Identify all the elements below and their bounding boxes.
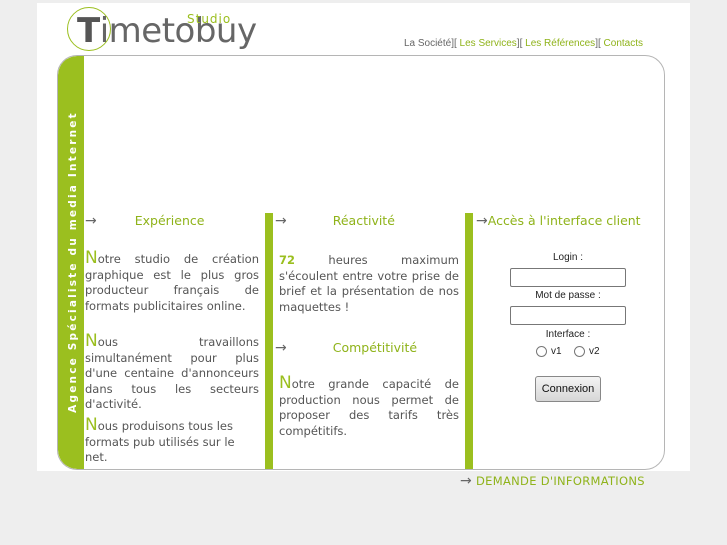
demande-informations-link[interactable]: → DEMANDE D'INFORMATIONS: [460, 473, 645, 489]
content-frame: Agence Spécialiste du media Internet → E…: [57, 55, 665, 470]
login-label: Login :: [552, 252, 584, 263]
demande-informations-label: DEMANDE D'INFORMATIONS: [476, 474, 645, 488]
logo-brand-rest: imetobuy: [99, 11, 257, 51]
radio-icon[interactable]: [574, 346, 585, 357]
client-access-title: Accès à l'interface client: [487, 213, 641, 228]
option-label: v1: [551, 346, 562, 358]
arrow-right-icon: →: [476, 213, 488, 229]
password-label: Mot de passe :: [535, 290, 601, 301]
interface-option-v1[interactable]: v1: [536, 346, 562, 357]
arrow-right-icon: →: [460, 473, 473, 489]
nav-les-references[interactable]: Les Références: [525, 38, 595, 49]
nav-les-services[interactable]: Les Services: [460, 38, 517, 49]
drop-cap: N: [85, 248, 98, 268]
sidebar-tagline: Agence Spécialiste du media Internet: [67, 111, 79, 413]
competitivite-text: otre grande capacité de production nous …: [279, 377, 459, 438]
drop-cap: N: [279, 373, 292, 393]
reactivite-heading: → Réactivité: [275, 213, 395, 229]
reactivite-text: heures maximum s'écoulent entre votre pr…: [279, 253, 459, 314]
interface-label: Interface :: [545, 329, 591, 340]
experience-paragraph-2: Nous travaillons simultanément pour plus…: [85, 331, 259, 413]
page: Timetobuy Studio La Société][ Les Servic…: [37, 3, 690, 471]
column-divider: [265, 213, 273, 469]
experience-text-3: ous produisons tous les formats pub util…: [85, 419, 235, 464]
interface-option-v2[interactable]: v2: [574, 346, 600, 357]
client-access-heading: →Accès à l'interface client: [476, 213, 641, 229]
password-input[interactable]: [510, 306, 626, 325]
nav-bracket: [: [453, 38, 457, 49]
nav-la-societe[interactable]: La Société: [404, 38, 451, 49]
sidebar: Agence Spécialiste du media Internet: [58, 56, 84, 469]
option-label: v2: [589, 346, 600, 358]
login-input[interactable]: [510, 268, 626, 287]
timetobuy-logo[interactable]: Timetobuy Studio: [67, 5, 257, 55]
reactivite-title: Réactivité: [332, 213, 395, 228]
arrow-right-icon: →: [275, 340, 287, 356]
drop-cap: N: [85, 415, 98, 435]
arrow-right-icon: →: [85, 213, 97, 229]
radio-icon[interactable]: [536, 346, 547, 357]
top-nav: La Société][ Les Services][ Les Référenc…: [404, 38, 643, 49]
competitivite-paragraph: Notre grande capacité de production nous…: [279, 373, 459, 439]
experience-text-1: otre studio de création graphique est le…: [85, 252, 259, 313]
arrow-right-icon: →: [275, 213, 287, 229]
competitivite-title: Compétitivité: [332, 340, 418, 355]
nav-bracket: [: [597, 38, 601, 49]
competitivite-heading: → Compétitivité: [275, 340, 417, 356]
reactivite-paragraph: 72 heures maximum s'écoulent entre votre…: [279, 253, 459, 315]
nav-contacts[interactable]: Contacts: [604, 38, 643, 49]
experience-title: Expérience: [134, 213, 205, 228]
connexion-button[interactable]: Connexion: [535, 376, 601, 402]
logo-first-letter: T: [77, 11, 100, 51]
experience-paragraph-3: Nous produisons tous les formats pub uti…: [85, 415, 259, 466]
reactivite-number: 72: [279, 253, 296, 267]
experience-paragraph-1: Notre studio de création graphique est l…: [85, 248, 259, 314]
nav-bracket: [: [519, 38, 523, 49]
column-divider: [465, 213, 473, 469]
experience-text-2: ous travaillons simultanément pour plus …: [85, 335, 259, 411]
drop-cap: N: [85, 331, 98, 351]
logo-studio: Studio: [187, 12, 232, 26]
experience-heading: → Expérience: [85, 213, 204, 229]
